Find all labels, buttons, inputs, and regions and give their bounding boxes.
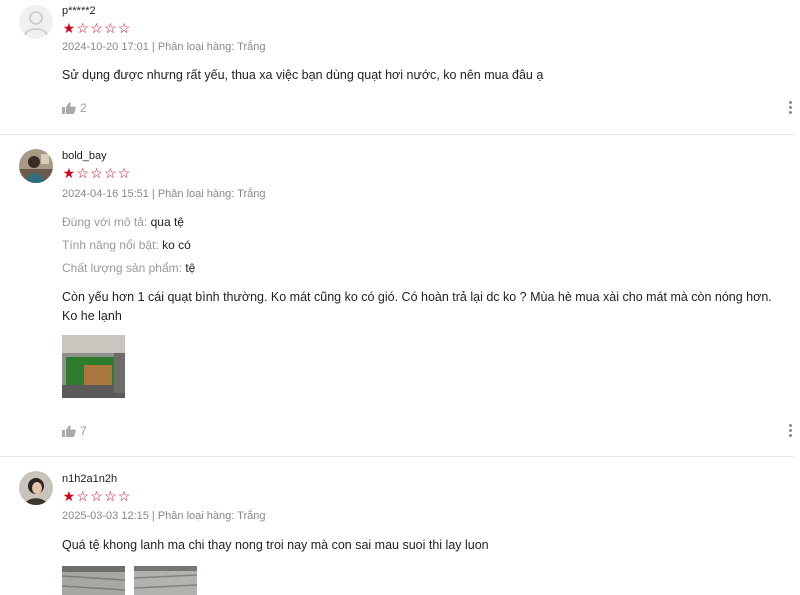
star-rating: ★☆☆☆☆ — [62, 166, 131, 180]
review-meta: 2024-10-20 17:01 | Phân loại hàng: Trắng — [62, 41, 265, 53]
star-outline-icon: ☆ — [76, 165, 89, 181]
star-outline-icon: ☆ — [104, 20, 117, 36]
more-vertical-icon[interactable] — [787, 424, 793, 440]
star-outline-icon: ☆ — [76, 488, 89, 504]
star-outline-icon: ☆ — [104, 488, 117, 504]
star-outline-icon: ☆ — [117, 165, 131, 181]
review-variant: Phân loại hàng: Trắng — [157, 188, 266, 200]
review-photo-thumbnail[interactable] — [62, 335, 125, 398]
like-count: 7 — [80, 424, 87, 438]
attribute-value: ko có — [162, 238, 191, 252]
attribute-feature: Tính năng nổi bật: ko có — [62, 238, 191, 252]
thumbs-up-icon — [62, 425, 76, 437]
attribute-label: Chất lượng sản phẩm: — [62, 261, 182, 275]
star-outline-icon: ☆ — [90, 20, 103, 36]
star-filled-icon: ★ — [62, 20, 76, 36]
star-rating: ★☆☆☆☆ — [62, 489, 131, 503]
review-text: Quá tệ khong lanh ma chi thay nong troi … — [62, 538, 489, 552]
star-outline-icon: ☆ — [90, 488, 103, 504]
review-item: bold_bay ★☆☆☆☆ 2024-04-16 15:51 | Phân l… — [0, 135, 794, 455]
review-text: Sử dụng được nhưng rất yếu, thua xa việc… — [62, 68, 544, 82]
like-button[interactable]: 7 — [62, 424, 87, 438]
review-username[interactable]: n1h2a1n2h — [62, 473, 117, 485]
review-variant: Phân loại hàng: Trắng — [157, 510, 266, 522]
attribute-label: Tính năng nổi bật: — [62, 238, 159, 252]
review-text: Còn yếu hơn 1 cái quạt bình thường. Ko m… — [62, 290, 772, 323]
review-meta: 2024-04-16 15:51 | Phân loại hàng: Trắng — [62, 188, 265, 200]
like-button[interactable]: 2 — [62, 101, 87, 115]
like-count: 2 — [80, 101, 87, 115]
review-timestamp: 2024-10-20 17:01 — [62, 41, 149, 53]
attribute-label: Đúng với mô tả: — [62, 215, 148, 229]
star-outline-icon: ☆ — [76, 20, 89, 36]
review-photo-thumbnail[interactable] — [134, 566, 197, 595]
star-filled-icon: ★ — [62, 165, 76, 181]
attribute-value: qua tệ — [150, 215, 184, 229]
review-timestamp: 2025-03-03 12:15 — [62, 510, 149, 522]
review-item: p*****2 ★☆☆☆☆ 2024-10-20 17:01 | Phân lo… — [0, 0, 794, 134]
avatar-default-user-icon[interactable] — [19, 5, 53, 39]
review-username[interactable]: p*****2 — [62, 5, 96, 17]
avatar-user-photo-icon[interactable] — [19, 149, 53, 183]
star-outline-icon: ☆ — [104, 165, 117, 181]
more-vertical-icon[interactable] — [787, 101, 793, 117]
thumbs-up-icon — [62, 102, 76, 114]
avatar-user-photo-icon[interactable] — [19, 471, 53, 505]
attribute-quality: Chất lượng sản phẩm: tệ — [62, 261, 195, 275]
star-outline-icon: ☆ — [90, 165, 103, 181]
review-meta: 2025-03-03 12:15 | Phân loại hàng: Trắng — [62, 510, 265, 522]
review-photo-thumbnail[interactable] — [62, 566, 125, 595]
attribute-value: tệ — [185, 261, 196, 275]
star-filled-icon: ★ — [62, 488, 76, 504]
review-item: n1h2a1n2h ★☆☆☆☆ 2025-03-03 12:15 | Phân … — [0, 457, 794, 595]
star-outline-icon: ☆ — [117, 20, 131, 36]
star-rating: ★☆☆☆☆ — [62, 21, 131, 35]
review-variant: Phân loại hàng: Trắng — [157, 41, 266, 53]
star-outline-icon: ☆ — [117, 488, 131, 504]
review-timestamp: 2024-04-16 15:51 — [62, 188, 149, 200]
attribute-accuracy: Đúng với mô tả: qua tệ — [62, 215, 184, 229]
review-username[interactable]: bold_bay — [62, 150, 107, 162]
